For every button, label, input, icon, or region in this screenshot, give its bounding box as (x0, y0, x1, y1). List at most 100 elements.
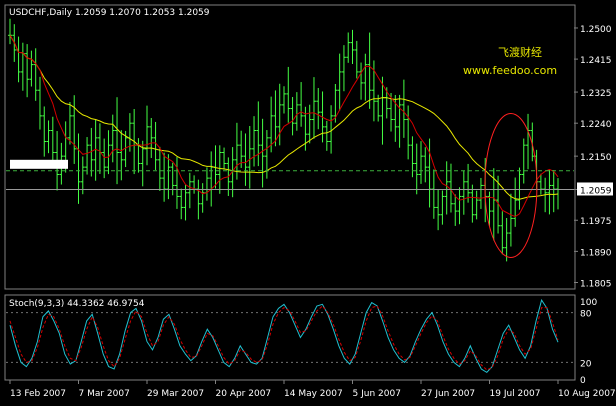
price-bar (324, 120, 329, 151)
stochastic-pane: 100 80 20 0 (6, 298, 597, 386)
price-bar (166, 154, 171, 200)
price-tick-label: 1.2240 (580, 120, 612, 130)
price-y-axis: 1.2500 1.2415 1.2325 1.2240 1.2150 1.2059 1.19… (574, 25, 613, 290)
price-bar (530, 122, 535, 162)
price-bar (406, 105, 411, 160)
price-bar (200, 183, 205, 213)
price-bar (350, 29, 355, 65)
price-tick-label: 1.2415 (580, 56, 612, 66)
price-bar (170, 162, 175, 196)
current-price-label: 1.2059 (580, 186, 612, 196)
stoch-tick-label: 100 (580, 298, 597, 308)
price-bar (247, 125, 252, 189)
price-bar (419, 141, 423, 184)
price-bar (50, 116, 55, 165)
price-bar (508, 193, 513, 247)
price-bar (119, 130, 124, 181)
time-tick-label: 29 Mar 2007 (147, 389, 204, 399)
price-tick-label: 1.1890 (580, 248, 612, 258)
price-bar (311, 77, 316, 139)
price-bar (256, 101, 261, 167)
price-bar (474, 190, 479, 220)
time-tick-label: 7 Mar 2007 (79, 389, 130, 399)
price-bar (153, 121, 158, 170)
price-bar (397, 94, 402, 148)
price-bar (290, 96, 295, 136)
price-bar (423, 147, 428, 183)
price-pane-frame (4, 4, 576, 290)
price-tick-label: 1.2500 (580, 25, 612, 35)
price-bar (187, 172, 192, 209)
price-bar (20, 42, 25, 91)
price-bar (67, 101, 72, 145)
price-bar (457, 187, 462, 225)
price-bar (80, 156, 85, 195)
price-bar (29, 50, 34, 87)
price-bar (260, 118, 265, 188)
price-bar (46, 120, 51, 154)
ma-slow-line (9, 35, 559, 200)
price-bar (136, 138, 141, 173)
price-bar (149, 117, 154, 158)
price-tick-label: 1.2150 (580, 153, 612, 163)
price-bar (8, 18, 12, 45)
price-bar (341, 45, 346, 92)
time-tick-label: 27 Jun 2007 (421, 389, 475, 399)
price-bar (504, 218, 509, 262)
price-bar (85, 137, 90, 175)
price-bar (337, 53, 342, 111)
price-bar (414, 143, 419, 195)
price-bar (359, 62, 364, 100)
price-bar (517, 167, 522, 210)
time-tick-label: 10 Aug 2007 (558, 389, 616, 399)
price-bar (526, 113, 531, 170)
price-bar (145, 105, 149, 166)
chart-window: 1.2500 1.2415 1.2325 1.2240 1.2150 1.2059 1.19… (0, 0, 616, 402)
price-bar (196, 179, 201, 220)
stoch-main-line (9, 298, 559, 374)
time-tick-label: 14 May 2007 (284, 389, 343, 399)
price-bar (316, 88, 321, 130)
price-bar (37, 76, 42, 130)
price-bar (192, 175, 197, 194)
price-bar (401, 79, 406, 138)
time-tick-label: 13 Feb 2007 (10, 389, 66, 399)
chart-canvas: 1.2500 1.2415 1.2325 1.2240 1.2150 1.2059 1.19… (4, 4, 616, 399)
price-bar (286, 66, 291, 123)
price-bar (453, 194, 458, 226)
price-bar (72, 95, 77, 164)
price-tick-label: 1.1975 (580, 217, 612, 227)
price-bar (354, 40, 359, 79)
price-bar (222, 147, 227, 170)
watermark-name: 飞渡财经 (498, 45, 542, 59)
price-tick-label: 1.2325 (580, 89, 612, 99)
price-bar (466, 163, 471, 203)
price-bar (217, 145, 222, 194)
watermark-url: www.feedoo.com (463, 64, 557, 77)
price-bar (243, 133, 248, 186)
price-bar (461, 170, 466, 215)
price-bar (513, 177, 518, 227)
price-bar (500, 211, 505, 255)
price-bar (204, 167, 209, 201)
price-bar (547, 170, 552, 215)
symbol-header: USDCHF,Daily 1.2059 1.2070 1.2053 1.2059 (9, 8, 210, 18)
price-bar (470, 184, 475, 223)
price-bar (551, 170, 556, 213)
time-tick-label: 19 Jul 2007 (490, 389, 541, 399)
price-bar (440, 190, 445, 225)
stoch-tick-label: 80 (580, 310, 592, 320)
price-bar (307, 104, 312, 144)
price-bar (367, 32, 372, 109)
price-bar (102, 138, 107, 179)
price-bar (252, 116, 257, 167)
price-bar (299, 82, 304, 127)
price-bar (179, 188, 184, 220)
stoch-tick-label: 20 (580, 359, 592, 369)
price-bar (16, 36, 21, 83)
price-bar (478, 177, 483, 209)
price-tick-label: 1.1805 (580, 280, 612, 290)
price-bar (363, 53, 368, 101)
price-bar (282, 86, 286, 114)
price-bar (294, 92, 299, 131)
